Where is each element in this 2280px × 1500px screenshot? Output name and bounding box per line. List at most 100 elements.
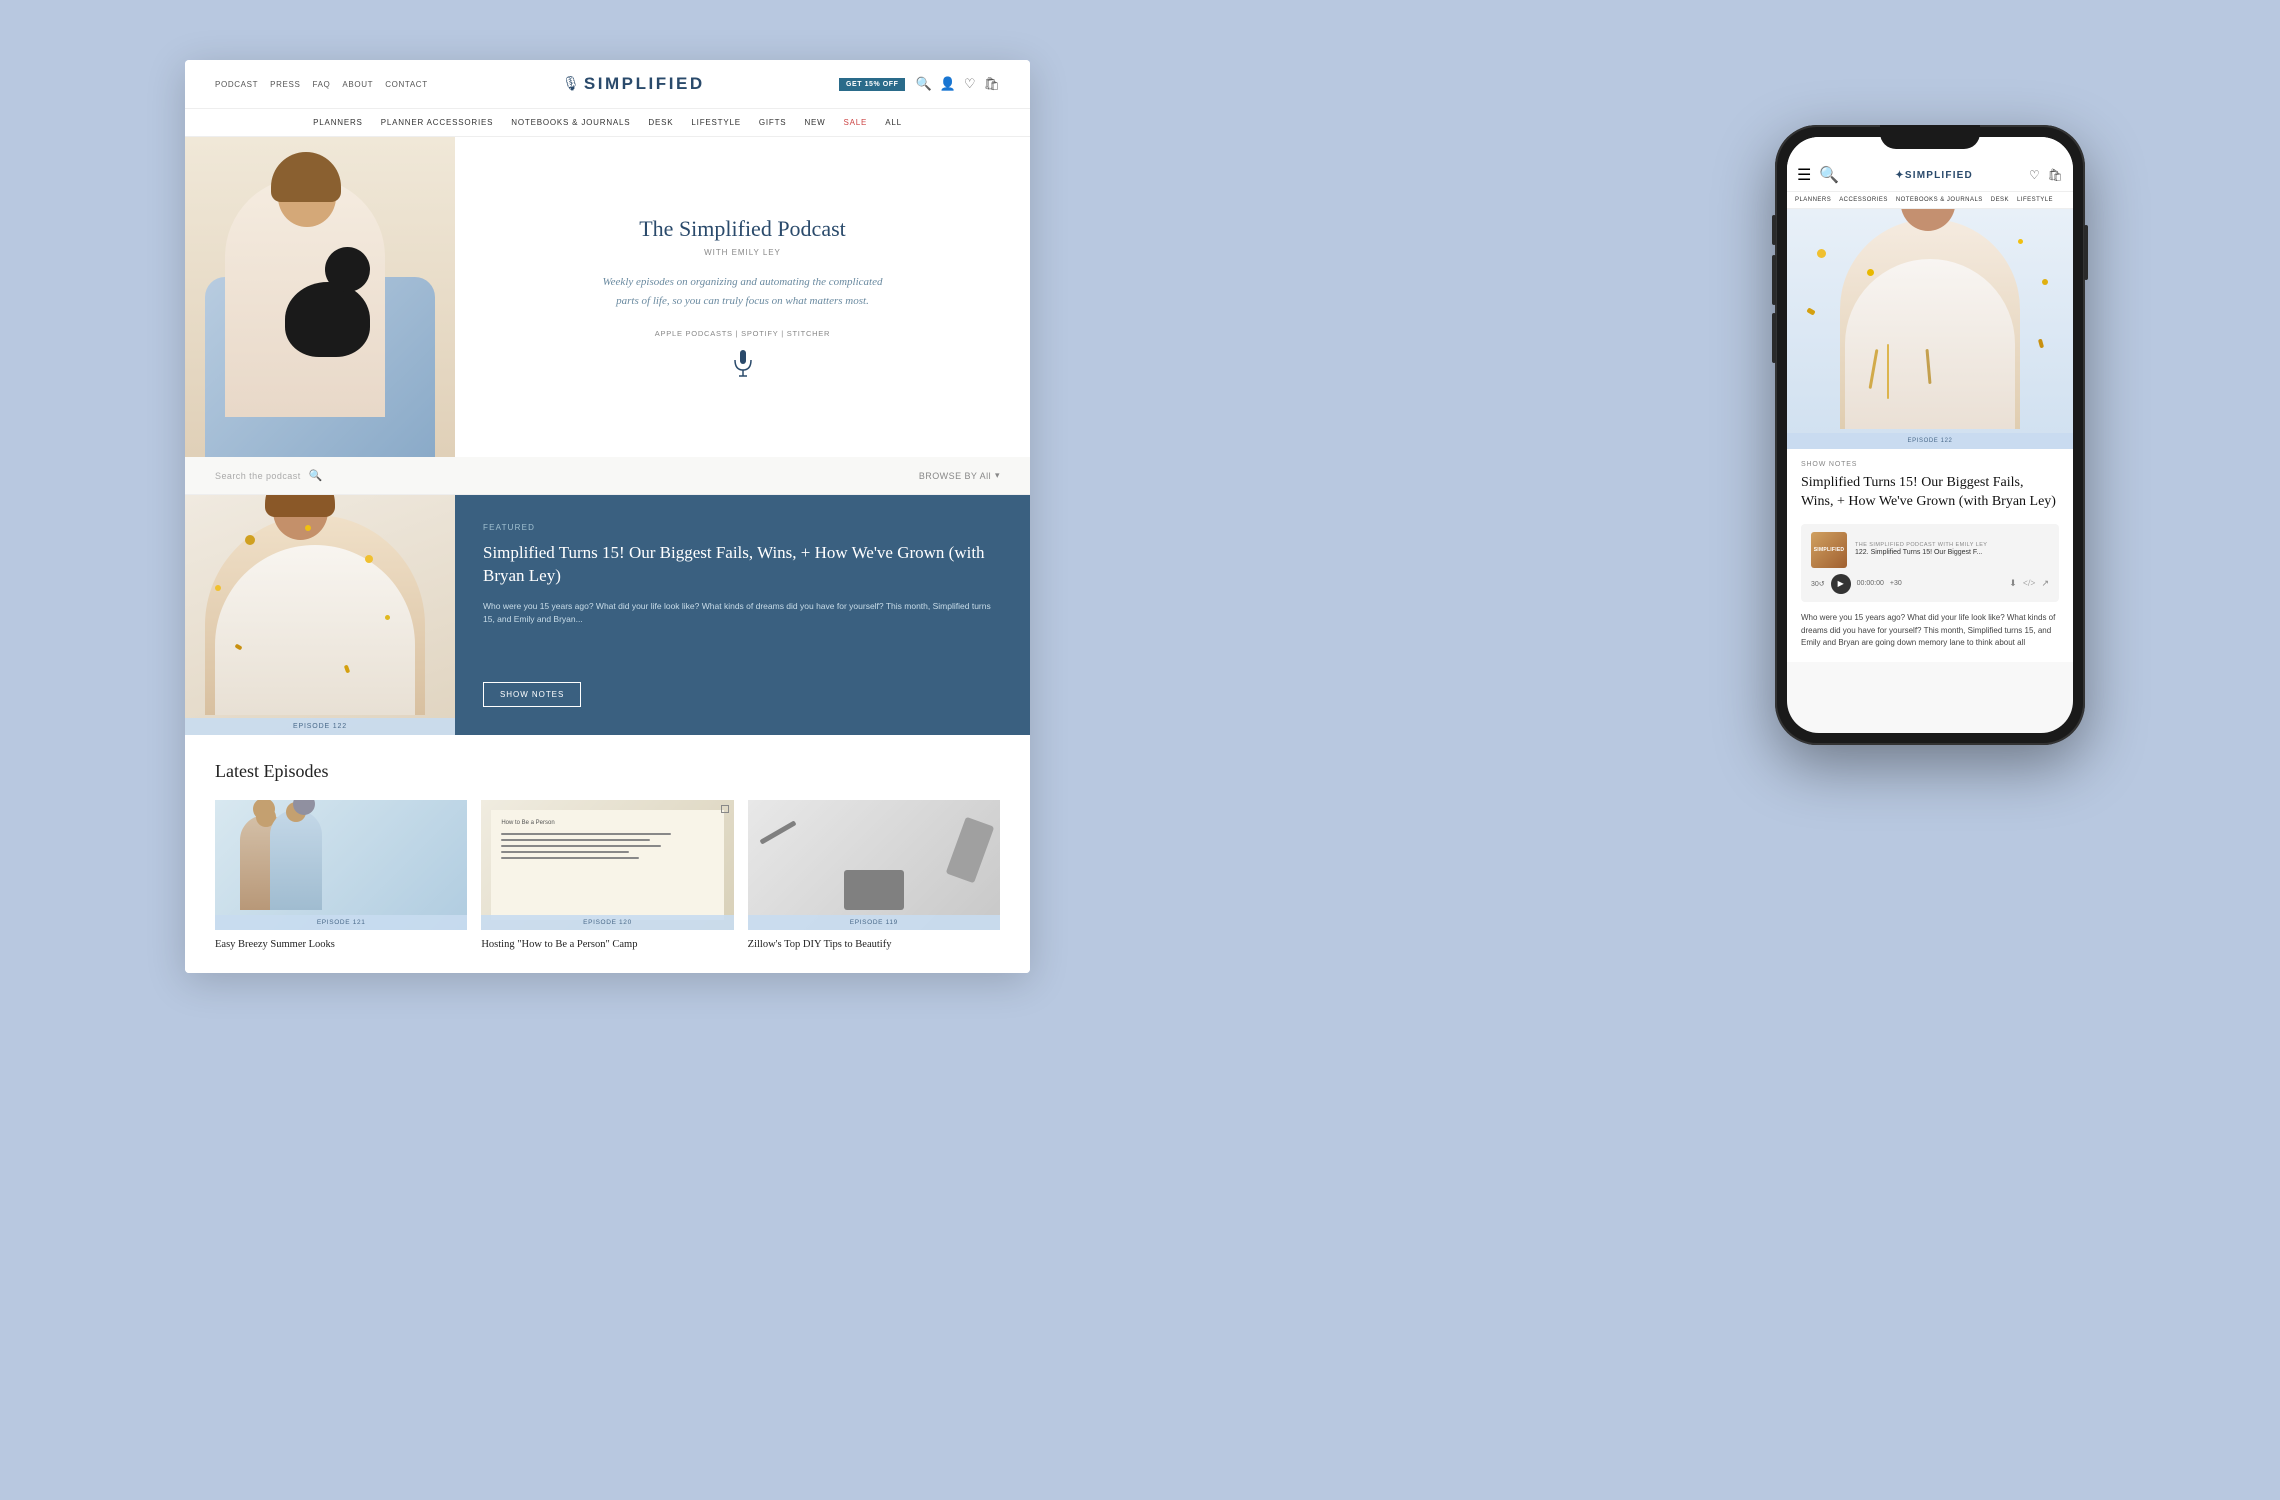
featured-title: Simplified Turns 15! Our Biggest Fails, … [483, 542, 1002, 588]
episode-card-121[interactable]: EPISODE 121 Easy Breezy Summer Looks [215, 800, 467, 953]
mic-logo-decoration [731, 350, 755, 378]
nav-accessories[interactable]: PLANNER ACCESSORIES [381, 118, 494, 127]
search-bar: Search the podcast 🔍 BROWSE BY All ▾ [185, 457, 1030, 495]
featured-section: EPISODE 122 FEATURED Simplified Turns 15… [185, 495, 1030, 735]
browse-by[interactable]: BROWSE BY All ▾ [919, 470, 1000, 481]
audio-info: THE SIMPLIFIED PODCAST WITH EMILY LEY 12… [1855, 542, 2049, 557]
audio-thumbnail: SIMPLIFIED [1811, 532, 1847, 568]
episode-card-120[interactable]: How to Be a Person EPISODE 120 Hosting "… [481, 800, 733, 953]
forward-button[interactable]: +30 [1890, 580, 1902, 587]
main-navigation: PLANNERS PLANNER ACCESSORIES NOTEBOOKS &… [185, 109, 1030, 137]
about-link[interactable]: ABOUT [342, 80, 373, 89]
phone-episode-description: Who were you 15 years ago? What did your… [1801, 612, 2059, 650]
phone-main-nav: PLANNERS ACCESSORIES NOTEBOOKS & JOURNAL… [1787, 192, 2073, 209]
phone-hero-image: EPISODE 122 [1787, 209, 2073, 449]
show-notes-button[interactable]: SHOW NOTES [483, 682, 581, 707]
phone-side-button [2084, 225, 2088, 280]
platform-links: APPLE PODCASTS | SPOTIFY | STITCHER [655, 329, 830, 338]
audio-controls: 30↺ ▶ 00:00:00 +30 ⬇ </> ↗ [1811, 572, 2049, 594]
cart-icon[interactable]: 🛍 [983, 76, 1000, 92]
latest-episodes-title: Latest Episodes [215, 761, 1000, 782]
phone-volume-button-2 [1772, 255, 1776, 305]
ep120-title: Hosting "How to Be a Person" Camp [481, 938, 733, 953]
play-button[interactable]: ▶ [1831, 574, 1851, 594]
desktop-website-card: PODCAST PRESS FAQ ABOUT CONTACT 🎙 SIMPLI… [185, 60, 1030, 973]
phone-logo: ✦SIMPLIFIED [1895, 170, 1973, 181]
wishlist-icon[interactable]: ♡ [964, 76, 976, 92]
nav-desk[interactable]: DESK [648, 118, 673, 127]
podcast-description: Weekly episodes on organizing and automa… [603, 273, 883, 310]
episode-card-119[interactable]: EPISODE 119 Zillow's Top DIY Tips to Bea… [748, 800, 1000, 953]
top-navigation: PODCAST PRESS FAQ ABOUT CONTACT 🎙 SIMPLI… [185, 60, 1030, 109]
search-icon[interactable]: 🔍 [915, 76, 931, 92]
search-placeholder: Search the podcast [215, 471, 301, 481]
latest-episodes-section: Latest Episodes EPISODE 121 Easy Breezy … [185, 735, 1030, 973]
account-icon[interactable]: 👤 [940, 76, 956, 92]
ep121-badge: EPISODE 121 [215, 915, 467, 930]
audio-time: 00:00:00 [1857, 580, 1884, 587]
episode-badge: EPISODE 122 [185, 718, 455, 735]
phone-screen: ☰ 🔍 ✦SIMPLIFIED ♡ 🛍 PLANNERS ACCESSORIES… [1787, 137, 2073, 733]
audio-episode-name: 122. Simplified Turns 15! Our Biggest F.… [1855, 548, 2049, 557]
phone-nav-notebooks[interactable]: NOTEBOOKS & JOURNALS [1896, 197, 1983, 203]
audio-thumb-text: SIMPLIFIED [1814, 547, 1845, 553]
podcast-link[interactable]: PODCAST [215, 80, 258, 89]
chevron-down-icon: ▾ [995, 470, 1000, 481]
hamburger-icon[interactable]: ☰ [1797, 165, 1811, 185]
top-nav-right: GET 15% OFF 🔍 👤 ♡ 🛍 [839, 76, 1000, 92]
faq-link[interactable]: FAQ [312, 80, 330, 89]
nav-lifestyle[interactable]: LIFESTYLE [691, 118, 740, 127]
ep119-title: Zillow's Top DIY Tips to Beautify [748, 938, 1000, 953]
press-link[interactable]: PRESS [270, 80, 300, 89]
featured-description: Who were you 15 years ago? What did your… [483, 600, 1002, 627]
share-icon[interactable]: ↗ [2041, 578, 2049, 589]
phone-nav-lifestyle[interactable]: LIFESTYLE [2017, 197, 2053, 203]
phone-notch [1880, 125, 1980, 149]
hero-content: The Simplified Podcast WITH EMILY LEY We… [455, 137, 1030, 457]
mobile-phone: ☰ 🔍 ✦SIMPLIFIED ♡ 🛍 PLANNERS ACCESSORIES… [1775, 125, 2085, 745]
nav-sale[interactable]: SALE [844, 118, 868, 127]
hero-section: The Simplified Podcast WITH EMILY LEY We… [185, 137, 1030, 457]
episode-thumb-120: How to Be a Person EPISODE 120 [481, 800, 733, 930]
search-icon[interactable]: 🔍 [309, 469, 323, 482]
featured-label: FEATURED [483, 523, 1002, 532]
phone-episode-badge: EPISODE 122 [1787, 433, 2073, 449]
nav-icons: 🔍 👤 ♡ 🛍 [915, 76, 1000, 92]
site-logo[interactable]: 🎙 SIMPLIFIED [562, 74, 705, 94]
nav-planners[interactable]: PLANNERS [313, 118, 363, 127]
phone-episode-title: Simplified Turns 15! Our Biggest Fails, … [1801, 474, 2059, 512]
phone-nav-right: ♡ 🛍 [2029, 168, 2063, 183]
ep121-title: Easy Breezy Summer Looks [215, 938, 467, 953]
download-icon[interactable]: ⬇ [2009, 578, 2017, 589]
phone-cart-icon[interactable]: 🛍 [2048, 168, 2063, 183]
mic-icon: 🎙 [562, 76, 580, 93]
phone-notes-section: SHOW NOTES Simplified Turns 15! Our Bigg… [1787, 449, 2073, 662]
ep120-badge: EPISODE 120 [481, 915, 733, 930]
podcast-author: WITH EMILY LEY [704, 248, 781, 257]
phone-volume-button-1 [1772, 215, 1776, 245]
phone-nav-desk[interactable]: DESK [1991, 197, 2009, 203]
phone-wishlist-icon[interactable]: ♡ [2029, 168, 2040, 183]
nav-all[interactable]: ALL [885, 118, 902, 127]
nav-notebooks[interactable]: NOTEBOOKS & JOURNALS [511, 118, 630, 127]
nav-new[interactable]: NEW [804, 118, 825, 127]
nav-gifts[interactable]: GIFTS [759, 118, 787, 127]
rewind-button[interactable]: 30↺ [1811, 580, 1825, 588]
phone-show-notes-label: SHOW NOTES [1801, 461, 2059, 468]
podcast-title: The Simplified Podcast [639, 216, 846, 242]
search-input-area[interactable]: Search the podcast 🔍 [215, 469, 322, 482]
ep119-badge: EPISODE 119 [748, 915, 1000, 930]
episodes-grid: EPISODE 121 Easy Breezy Summer Looks How… [215, 800, 1000, 953]
contact-link[interactable]: CONTACT [385, 80, 428, 89]
embed-icon[interactable]: </> [2023, 578, 2036, 589]
top-nav-links: PODCAST PRESS FAQ ABOUT CONTACT [215, 80, 428, 89]
phone-nav-accessories[interactable]: ACCESSORIES [1839, 197, 1888, 203]
phone-nav-left: ☰ 🔍 [1797, 165, 1839, 185]
phone-search-icon[interactable]: 🔍 [1819, 165, 1839, 185]
discount-badge[interactable]: GET 15% OFF [839, 78, 905, 91]
audio-player: SIMPLIFIED THE SIMPLIFIED PODCAST WITH E… [1801, 524, 2059, 602]
audio-extra-icons: ⬇ </> ↗ [2009, 578, 2049, 589]
phone-nav-planners[interactable]: PLANNERS [1795, 197, 1831, 203]
episode-thumb-119: EPISODE 119 [748, 800, 1000, 930]
logo-text: SIMPLIFIED [584, 74, 705, 94]
